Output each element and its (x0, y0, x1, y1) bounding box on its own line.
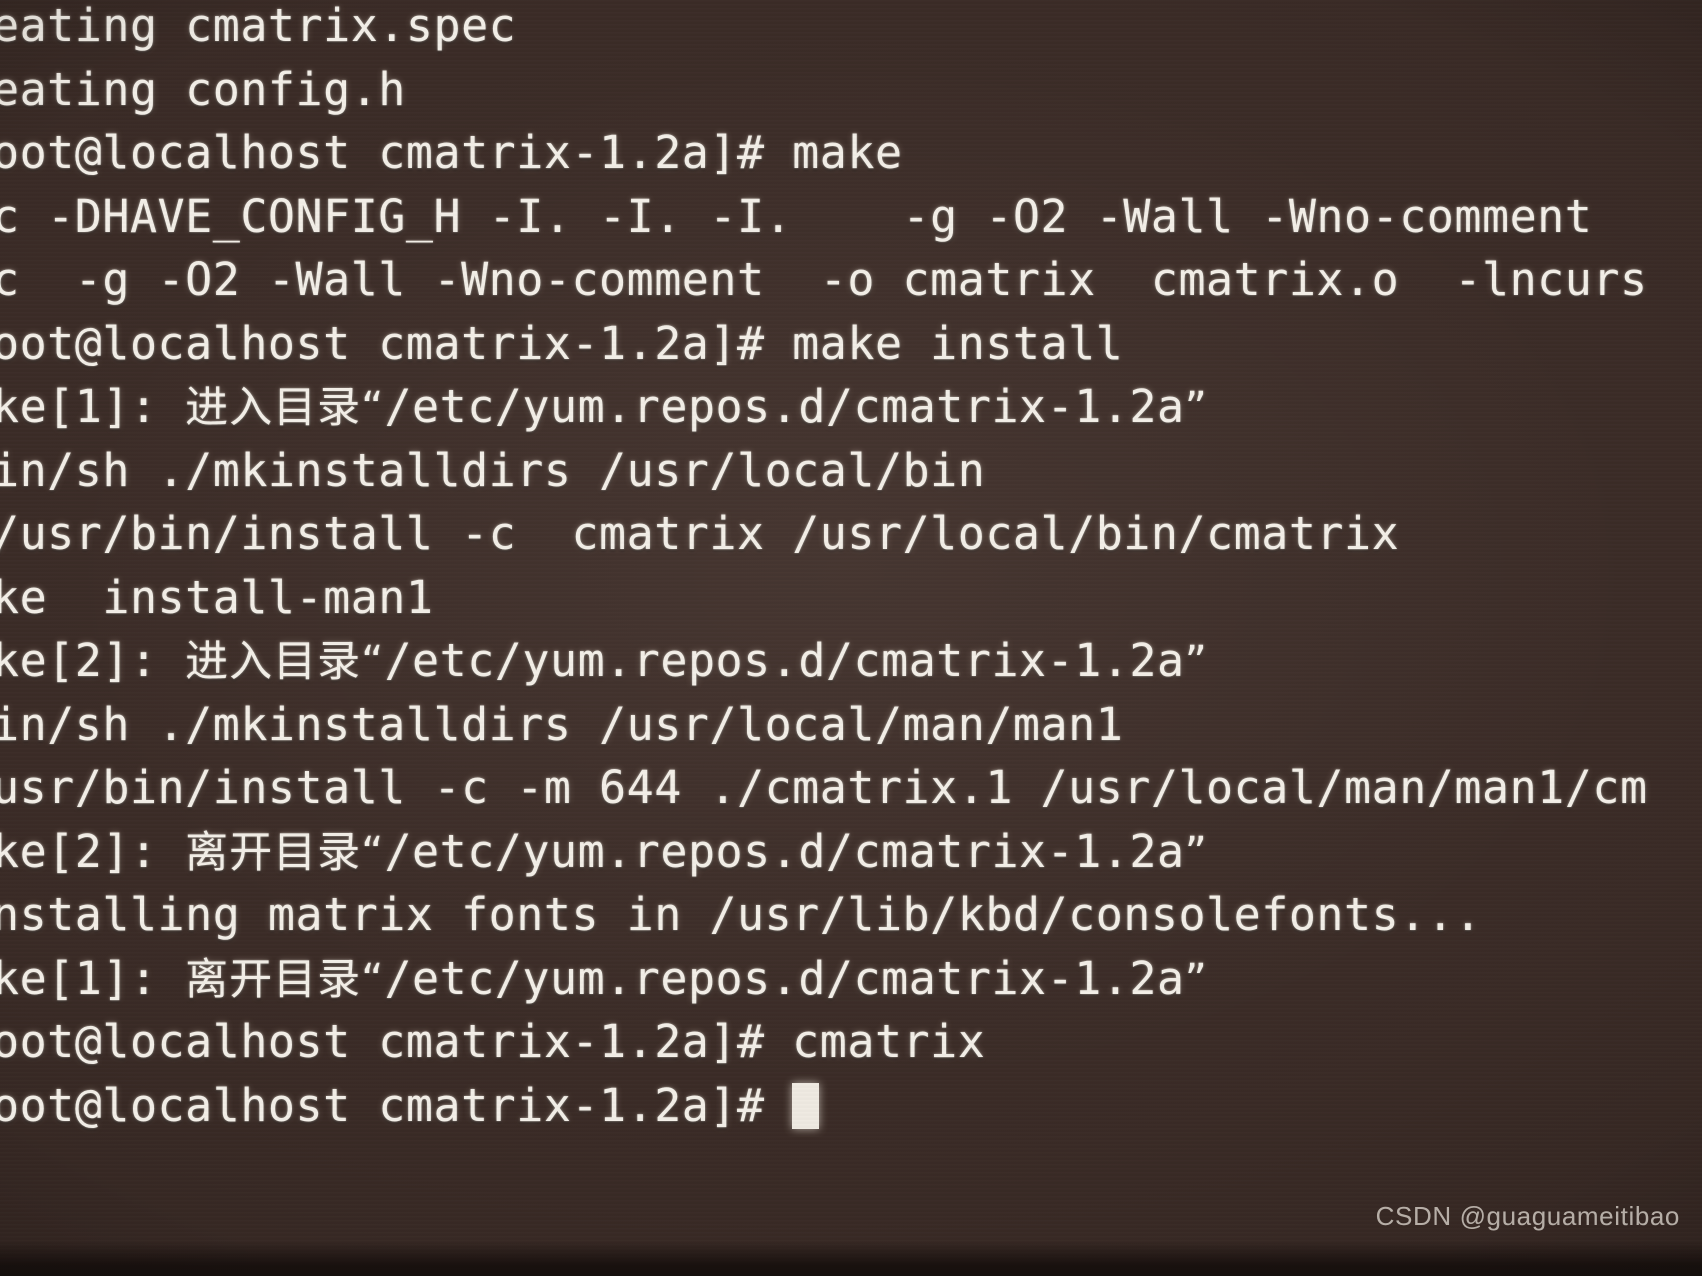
terminal-output: eating cmatrix.spec eating config.h oot@… (0, 0, 1702, 1137)
terminal-line: nstalling matrix fonts in /usr/lib/kbd/c… (0, 888, 1482, 941)
terminal-line: ke[1]: 离开目录“/etc/yum.repos.d/cmatrix-1.2… (0, 951, 1208, 1005)
terminal-line: eating cmatrix.spec (0, 0, 517, 52)
terminal-line: c -g -O2 -Wall -Wno-comment -o cmatrix c… (0, 253, 1648, 306)
csdn-watermark: CSDN @guaguameitibao (1375, 1201, 1680, 1231)
terminal-line: in/sh ./mkinstalldirs /usr/local/bin (0, 443, 986, 497)
screen-bottom-bezel (0, 1240, 1702, 1276)
text-cursor (792, 1082, 820, 1129)
terminal-line-prompt: oot@localhost cmatrix-1.2a]# cmatrix (0, 1015, 986, 1068)
terminal-screen[interactable]: eating cmatrix.spec eating config.h oot@… (0, 0, 1702, 1276)
terminal-line: ke[1]: 进入目录“/etc/yum.repos.d/cmatrix-1.2… (0, 380, 1208, 433)
terminal-line: usr/bin/install -c -m 644 ./cmatrix.1 /u… (0, 761, 1648, 814)
terminal-line: ke[2]: 进入目录“/etc/yum.repos.d/cmatrix-1.2… (0, 634, 1208, 687)
terminal-line-current-prompt[interactable]: oot@localhost cmatrix-1.2a]# (0, 1074, 1702, 1138)
terminal-line-prompt: oot@localhost cmatrix-1.2a]# make instal… (0, 316, 1124, 370)
terminal-line: ke[2]: 离开目录“/etc/yum.repos.d/cmatrix-1.2… (0, 824, 1208, 878)
terminal-line: ke install-man1 (0, 570, 434, 624)
terminal-line: eating config.h (0, 62, 406, 116)
terminal-line: in/sh ./mkinstalldirs /usr/local/man/man… (0, 697, 1124, 751)
current-prompt-text: oot@localhost cmatrix-1.2a]# (0, 1078, 793, 1132)
terminal-line: c -DHAVE_CONFIG_H -I. -I. -I. -g -O2 -Wa… (0, 189, 1593, 243)
terminal-line-prompt: oot@localhost cmatrix-1.2a]# make (0, 126, 903, 179)
terminal-line: /usr/bin/install -c cmatrix /usr/local/b… (0, 507, 1400, 560)
